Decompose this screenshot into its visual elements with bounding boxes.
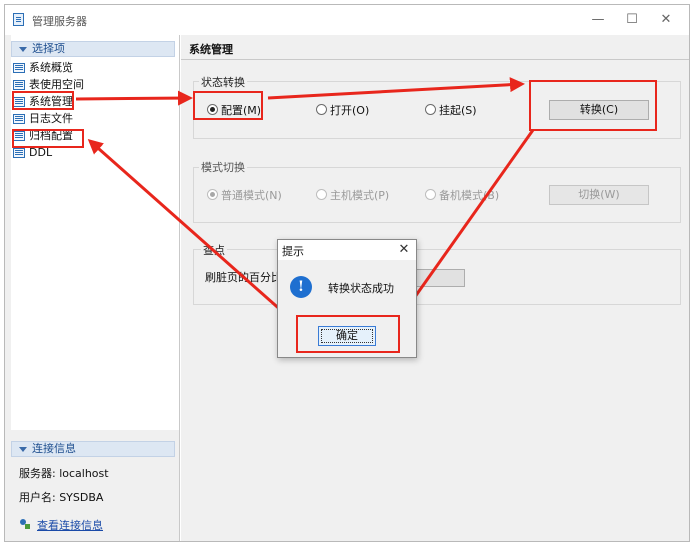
arrow-to-config-radio bbox=[75, 90, 193, 106]
dialog-title-bar[interactable]: 提示 ✕ bbox=[278, 240, 416, 260]
info-icon: ! bbox=[290, 276, 312, 298]
annotation-box-ok-button bbox=[296, 315, 400, 353]
dialog-title: 提示 bbox=[282, 245, 304, 258]
arrow-to-archive-config bbox=[87, 139, 293, 322]
arrow-to-convert-button bbox=[267, 77, 525, 100]
dialog-message: 转换状态成功 bbox=[328, 282, 394, 295]
arrow-to-dialog bbox=[398, 129, 535, 321]
dialog-close-button[interactable]: ✕ bbox=[395, 241, 413, 259]
